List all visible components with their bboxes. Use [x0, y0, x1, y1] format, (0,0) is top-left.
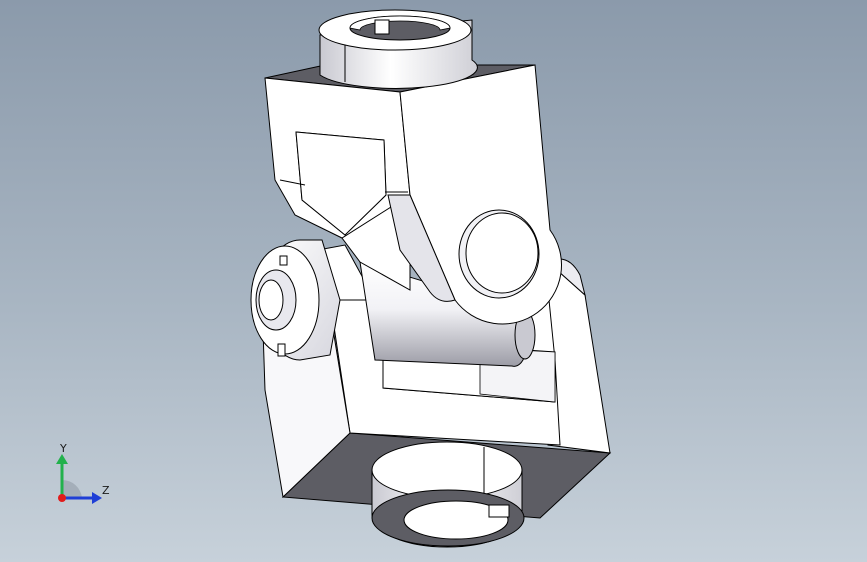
z-axis-arrow: [92, 492, 102, 504]
left-boss[interactable]: [250, 239, 341, 361]
orientation-triad: Y Z: [48, 440, 118, 510]
y-axis-arrow: [56, 454, 68, 464]
y-axis-label: Y: [60, 442, 67, 455]
bottom-hub-keyway: [488, 504, 510, 518]
bottom-hub[interactable]: [371, 441, 525, 548]
graphics-viewport[interactable]: Y Z: [0, 0, 867, 562]
universal-joint-model[interactable]: [0, 0, 867, 562]
top-hub-keyway: [374, 19, 390, 35]
x-axis-dot: [58, 494, 66, 502]
left-pin-key-bottom: [277, 343, 286, 357]
left-pin-inner: [258, 279, 284, 321]
upper-pin-face: [465, 212, 539, 294]
left-pin-key-top: [279, 255, 288, 266]
triad-axes: [56, 454, 102, 504]
z-axis-label: Z: [102, 484, 110, 497]
top-hub[interactable]: [318, 9, 478, 89]
triad-quadrant: [62, 479, 82, 498]
